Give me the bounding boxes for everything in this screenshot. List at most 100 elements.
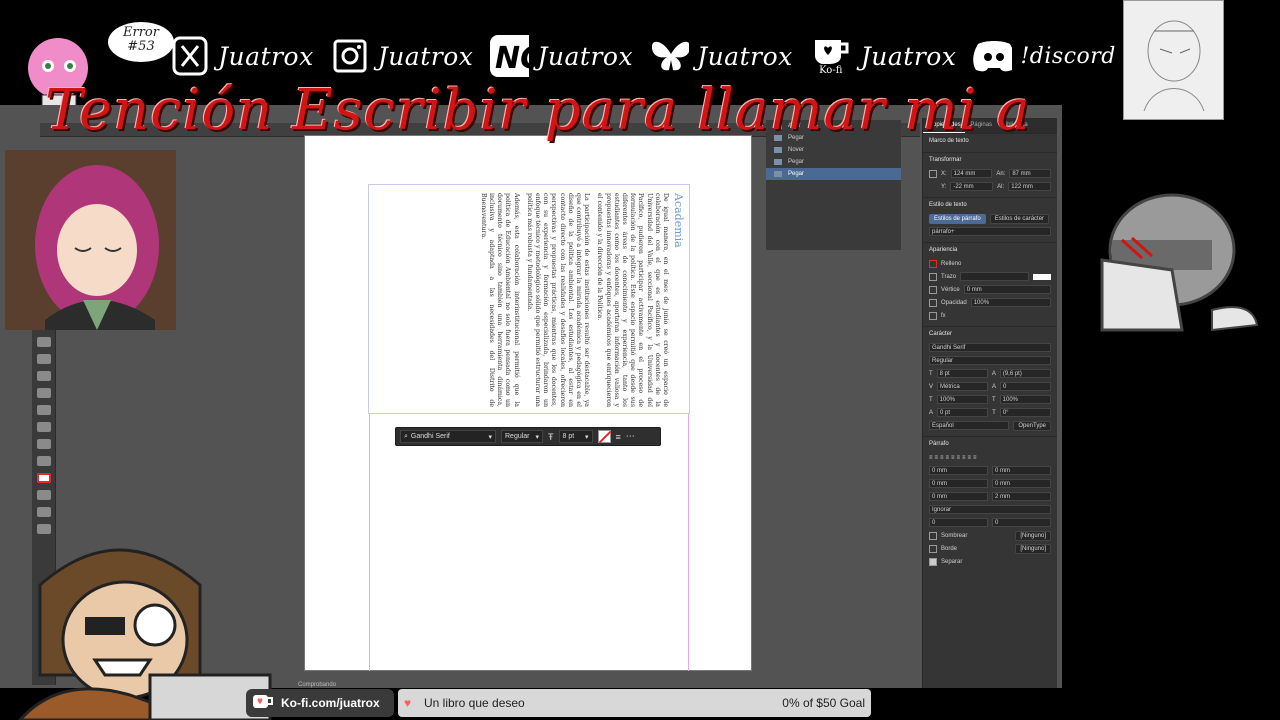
pages-row-selected[interactable]: Pegar [766, 168, 901, 180]
char-leading-field[interactable]: (9,6 pt) [999, 369, 1051, 378]
sketch-thumbnail [1123, 0, 1224, 120]
type-tool-icon[interactable] [36, 388, 51, 398]
stroke-type-swatch[interactable] [1033, 273, 1051, 280]
body-paragraph: De igual manera, en el mes de junio se c… [596, 193, 669, 407]
stroke-swatch-icon[interactable] [929, 272, 937, 281]
newgrounds-icon: NG [489, 35, 530, 77]
vscale-field[interactable]: 100% [936, 395, 988, 404]
space-before-field[interactable]: 0 mm [929, 492, 988, 501]
last-line-indent-field[interactable]: 0 mm [992, 479, 1051, 488]
body-paragraph: Además, esta colaboración interinstituci… [479, 193, 520, 407]
shading-swatch[interactable]: [Ninguno] [1015, 530, 1051, 541]
border-label: Borde [941, 545, 958, 552]
social-discord-name: !discord [1020, 43, 1116, 69]
character-styles-tab[interactable]: Estilos de carácter [989, 213, 1050, 224]
kofi-icon: Ko-fi [809, 36, 853, 76]
rectangle-frame-tool-icon[interactable] [36, 405, 51, 415]
social-newgrounds-name: Juatrox [537, 41, 634, 71]
error-badge-text: Error #53 [123, 25, 159, 54]
space-after-field[interactable]: 2 mm [992, 492, 1051, 501]
first-line-indent-field[interactable]: 0 mm [929, 479, 988, 488]
x-field[interactable]: 124 mm [950, 169, 993, 178]
opentype-button[interactable]: OpenType [1013, 420, 1051, 431]
baseline-field[interactable]: 0 pt [937, 408, 989, 417]
vtuber-webcam [5, 150, 176, 330]
more-options-icon[interactable]: ⋯ [626, 431, 635, 442]
font-size-dropdown[interactable]: 8 pt ▾ [558, 430, 593, 443]
fill-swatch-icon[interactable] [929, 259, 937, 268]
social-newgrounds[interactable]: NG Juatrox [489, 35, 643, 77]
corner-size-field[interactable]: 0 mm [963, 285, 1051, 294]
none-color-icon[interactable] [36, 507, 51, 517]
zoom-tool-icon[interactable] [36, 456, 51, 466]
paragraph-style-dropdown[interactable]: párrafo+ [929, 227, 1051, 236]
shading-checkbox[interactable] [929, 531, 937, 540]
direct-selection-tool-icon[interactable] [36, 354, 51, 364]
social-kofi[interactable]: Ko-fi Juatrox [809, 36, 967, 76]
right-indent-field[interactable]: 0 mm [992, 466, 1051, 475]
transform-row-1: X: 124 mm An: 87 mm [929, 167, 1051, 180]
drop-cap-chars-field[interactable]: 0 [992, 518, 1051, 527]
char-font-dropdown[interactable]: Gandhi Serif [929, 343, 1051, 352]
opacity-field[interactable]: 100% [970, 298, 1051, 307]
baseline-grid-dropdown[interactable]: Ignorar [929, 505, 1051, 514]
helmet-character [1062, 180, 1272, 340]
height-field[interactable]: 122 mm [1008, 182, 1052, 191]
drop-cap-lines-field[interactable]: 0 [929, 518, 988, 527]
social-discord[interactable]: !discord [972, 36, 1125, 76]
vertices-row: Vértice 0 mm [929, 283, 1051, 296]
separator-checkbox[interactable] [929, 557, 937, 566]
stroke-weight-field[interactable] [960, 272, 1029, 281]
anime-girl-avatar-icon [5, 150, 176, 330]
pages-row[interactable]: Pegar [766, 156, 901, 168]
width-field[interactable]: 87 mm [1009, 169, 1051, 178]
fill-stroke-swatch-icon[interactable] [36, 473, 51, 483]
transform-row-2: Y: -22 mm Al: 122 mm [929, 180, 1052, 193]
fx-row: fx [929, 309, 1051, 322]
article-title: Academia [672, 193, 685, 248]
border-checkbox[interactable] [929, 544, 937, 553]
char-size-field[interactable]: 8 pt [936, 369, 988, 378]
error-badge: Error #53 [108, 22, 174, 62]
kerning-row: V Métrica A 0 [929, 380, 1051, 393]
selection-tool-icon[interactable] [36, 337, 51, 347]
y-field[interactable]: -22 mm [950, 182, 994, 191]
swap-colors-icon[interactable] [36, 490, 51, 500]
pen-tool-icon[interactable] [36, 371, 51, 381]
corner-icon[interactable] [929, 285, 937, 294]
fill-none-swatch[interactable] [597, 430, 611, 443]
social-instagram[interactable]: Juatrox [330, 36, 484, 76]
scissors-tool-icon[interactable] [36, 422, 51, 432]
text-frame[interactable]: Academia De igual manera, en el mes de j… [368, 184, 690, 414]
align-buttons-icon[interactable]: ≡≡≡≡≡≡≡≡≡ [929, 455, 979, 461]
kerning-field[interactable]: Métrica [937, 382, 988, 391]
social-x[interactable]: Juatrox [170, 36, 324, 76]
tracking-field[interactable]: 0 [1000, 382, 1051, 391]
donation-goal-bar: ♥ Un libro que deseo 0% of $50 Goal [398, 689, 871, 717]
language-dropdown[interactable]: Español [929, 421, 1010, 430]
indent-row-3: 0 mm 2 mm [929, 490, 1051, 503]
skew-field[interactable]: 0° [999, 408, 1051, 417]
align-icon[interactable]: ≡ [616, 432, 621, 442]
preflight-status[interactable]: Comprobando [298, 682, 336, 688]
hscale-field[interactable]: 100% [999, 395, 1051, 404]
social-bluesky[interactable]: Juatrox [649, 36, 803, 76]
left-indent-field[interactable]: 0 mm [929, 466, 988, 475]
search-icon: ⌕ [404, 432, 408, 440]
effects-icon[interactable] [929, 311, 937, 320]
paragraph-heading: Párrafo [929, 441, 949, 447]
font-size-value: 8 pt [562, 433, 575, 440]
skew-icon: T [992, 409, 996, 416]
reference-point-icon[interactable] [929, 169, 937, 178]
border-swatch[interactable]: [Ninguno] [1015, 543, 1051, 554]
font-style-dropdown[interactable]: Regular ▾ [501, 430, 543, 443]
hand-tool-icon[interactable] [36, 439, 51, 449]
paragraph-styles-tab[interactable]: Estilos de párrafo [929, 213, 986, 224]
kofi-small-icon: ♥ [404, 696, 412, 710]
kofi-link[interactable]: Ko-fi.com/juatrox [246, 689, 394, 717]
properties-panel: Propiedades Páginas Biblioteca Marco de … [922, 118, 1057, 688]
font-family-dropdown[interactable]: ⌕ Gandhi Serif ▾ [400, 430, 496, 443]
stroke-row: Trazo [929, 270, 1051, 283]
char-style-dropdown[interactable]: Regular [929, 356, 1051, 365]
indent-row-1: 0 mm 0 mm [929, 464, 1051, 477]
